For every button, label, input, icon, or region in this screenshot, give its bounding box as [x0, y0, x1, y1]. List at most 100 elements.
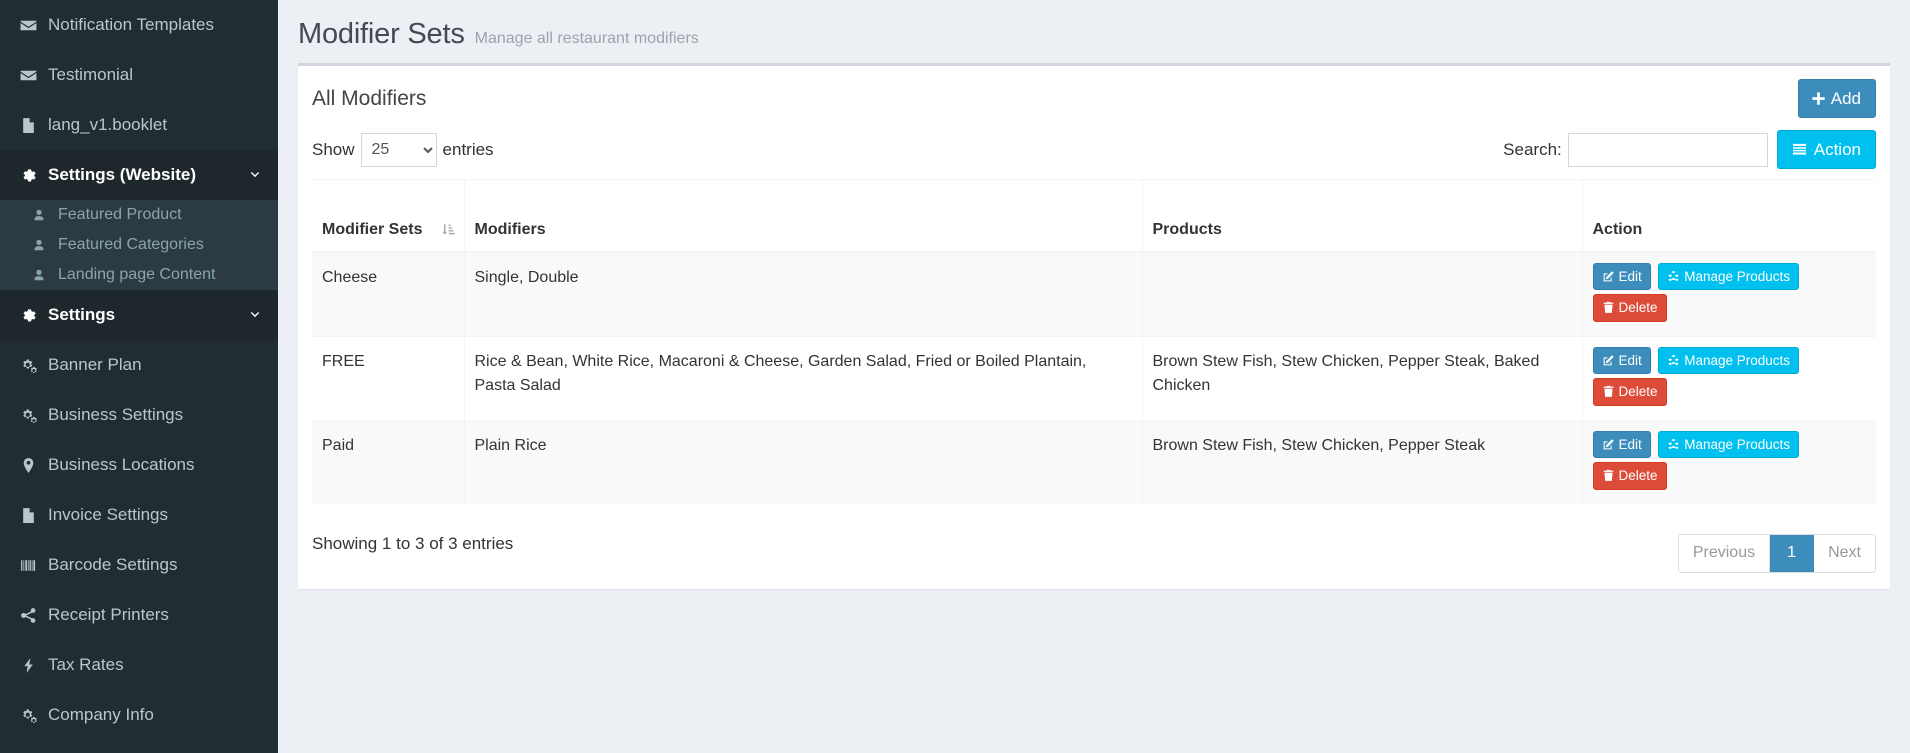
- sidebar-item-receipt-printers[interactable]: Receipt Printers: [0, 590, 278, 640]
- bolt-icon: [20, 657, 48, 674]
- user-icon: [32, 268, 58, 282]
- add-button[interactable]: Add: [1797, 79, 1876, 118]
- delete-button[interactable]: Delete: [1592, 378, 1667, 406]
- card-title: All Modifiers: [312, 86, 427, 110]
- sidebar-item-label: Receipt Printers: [48, 605, 169, 624]
- table-header-row: Modifier Sets Modifiers Products Action: [312, 179, 1876, 253]
- card-header: All Modifiers Add: [298, 66, 1890, 130]
- sidebar-item-banner-plan[interactable]: Banner Plan: [0, 340, 278, 390]
- cell-actions: Edit Manage Products Delete: [1582, 335, 1876, 420]
- sidebar-item-business-settings[interactable]: Business Settings: [0, 390, 278, 440]
- sidebar-submenu-settings-website: Featured Product Featured Categories Lan…: [0, 200, 278, 290]
- pagination: Previous 1 Next: [1677, 533, 1876, 573]
- column-header-modifiers[interactable]: Modifiers: [464, 179, 1143, 253]
- delete-button-label: Delete: [1618, 300, 1658, 315]
- edit-button-label: Edit: [1618, 268, 1642, 284]
- table-row: Paid Plain Rice Brown Stew Fish, Stew Ch…: [312, 419, 1876, 504]
- table-tools: Show 251050100 entries Search: Action: [298, 130, 1890, 179]
- sidebar-item-label: lang_v1.booklet: [48, 115, 168, 134]
- sidebar-item-label: Testimonial: [48, 65, 134, 84]
- sidebar-item-settings[interactable]: Settings: [0, 290, 278, 340]
- edit-icon: [1602, 270, 1615, 283]
- column-header-products[interactable]: Products: [1142, 179, 1583, 253]
- column-label: Modifier Sets: [322, 220, 423, 238]
- user-icon: [32, 208, 58, 222]
- edit-icon: [1602, 438, 1615, 451]
- pagination-previous[interactable]: Previous: [1678, 534, 1771, 572]
- sidebar-item-notification-templates[interactable]: Notification Templates: [0, 0, 278, 50]
- edit-button[interactable]: Edit: [1592, 346, 1651, 374]
- delete-button-label: Delete: [1618, 384, 1658, 399]
- sidebar-item-label: Invoice Settings: [48, 505, 169, 524]
- sidebar-item-label: Featured Categories: [58, 236, 204, 253]
- trash-icon: [1602, 301, 1615, 314]
- page-length-select[interactable]: 251050100: [360, 132, 437, 167]
- delete-button[interactable]: Delete: [1592, 294, 1667, 322]
- sidebar-item-label: Settings: [48, 305, 116, 324]
- cell-products: Brown Stew Fish, Stew Chicken, Pepper St…: [1142, 335, 1583, 420]
- share-alt-icon: [20, 607, 48, 624]
- sidebar-item-testimonial[interactable]: Testimonial: [0, 50, 278, 100]
- page-title: Modifier Sets: [298, 18, 465, 50]
- app-root: Notification Templates Testimonial lang_…: [0, 0, 1910, 753]
- trash-icon: [1602, 385, 1615, 398]
- modifiers-table: Modifier Sets Modifiers Products Action …: [312, 179, 1876, 504]
- sidebar-item-label: Tax Rates: [48, 655, 124, 674]
- chevron-down-icon: [248, 308, 262, 322]
- pagination-page-1[interactable]: 1: [1770, 534, 1815, 572]
- show-label: Show: [312, 139, 355, 159]
- sidebar-item-lang-v1-booklet[interactable]: lang_v1.booklet: [0, 100, 278, 150]
- sidebar-item-tax-rates[interactable]: Tax Rates: [0, 640, 278, 690]
- cell-modifier-set: FREE: [312, 335, 465, 420]
- manage-products-button-label: Manage Products: [1684, 436, 1791, 452]
- sidebar-item-label: Settings (Website): [48, 165, 196, 184]
- sidebar-item-tables[interactable]: Tables: [0, 740, 278, 753]
- cell-modifiers: Single, Double: [464, 251, 1143, 336]
- gear-icon: [20, 167, 48, 184]
- sidebar-item-barcode-settings[interactable]: Barcode Settings: [0, 540, 278, 590]
- search-input[interactable]: [1567, 132, 1768, 167]
- sidebar-item-label: Business Settings: [48, 405, 184, 424]
- search-control: Search: Action: [1503, 130, 1876, 169]
- edit-button[interactable]: Edit: [1592, 430, 1651, 458]
- sort-amount-desc-icon[interactable]: [441, 222, 456, 237]
- sidebar-item-settings-website[interactable]: Settings (Website): [0, 150, 278, 200]
- sidebar-item-featured-categories[interactable]: Featured Categories: [0, 230, 278, 260]
- sidebar-item-featured-product[interactable]: Featured Product: [0, 200, 278, 230]
- gear-icon: [20, 307, 48, 324]
- page-subtitle: Manage all restaurant modifiers: [474, 30, 699, 47]
- cell-modifiers: Plain Rice: [464, 419, 1143, 504]
- sidebar-item-business-locations[interactable]: Business Locations: [0, 440, 278, 490]
- footer-row: Showing 1 to 3 of 3 entries Previous 1 N…: [312, 516, 1876, 573]
- action-button[interactable]: Action: [1776, 130, 1876, 169]
- cell-modifiers: Rice & Bean, White Rice, Macaroni & Chee…: [464, 335, 1143, 420]
- cubes-icon: [1667, 438, 1680, 451]
- table-head: Modifier Sets Modifiers Products Action: [312, 179, 1876, 253]
- cell-actions: Edit Manage Products Delete: [1582, 251, 1876, 336]
- delete-button[interactable]: Delete: [1592, 462, 1667, 490]
- map-marker-icon: [20, 457, 48, 474]
- add-button-label: Add: [1830, 89, 1861, 108]
- edit-button[interactable]: Edit: [1592, 262, 1651, 290]
- cell-modifier-set: Cheese: [312, 251, 465, 336]
- sidebar-item-invoice-settings[interactable]: Invoice Settings: [0, 490, 278, 540]
- sidebar-item-landing-page-content[interactable]: Landing page Content: [0, 260, 278, 290]
- sidebar-item-company-info[interactable]: Company Info: [0, 690, 278, 740]
- chevron-down-icon: [248, 168, 262, 182]
- content-header: Modifier Sets Manage all restaurant modi…: [278, 0, 1910, 63]
- pagination-next[interactable]: Next: [1814, 534, 1875, 572]
- table-body: Cheese Single, Double Edit Manage Produc…: [312, 251, 1876, 504]
- sidebar-item-label: Company Info: [48, 705, 154, 724]
- cell-products: Brown Stew Fish, Stew Chicken, Pepper St…: [1142, 419, 1583, 504]
- manage-products-button[interactable]: Manage Products: [1658, 262, 1800, 290]
- main-content: Modifier Sets Manage all restaurant modi…: [278, 0, 1910, 753]
- sidebar-item-label: Featured Product: [58, 206, 182, 223]
- column-header-action: Action: [1582, 179, 1876, 253]
- all-modifiers-card: All Modifiers Add Show 251050100 entries…: [298, 63, 1890, 589]
- manage-products-button[interactable]: Manage Products: [1658, 430, 1800, 458]
- manage-products-button-label: Manage Products: [1684, 352, 1791, 368]
- column-header-modifier-sets[interactable]: Modifier Sets: [312, 179, 465, 253]
- manage-products-button[interactable]: Manage Products: [1658, 346, 1800, 374]
- trash-icon: [1602, 469, 1615, 482]
- cogs-icon: [20, 357, 48, 374]
